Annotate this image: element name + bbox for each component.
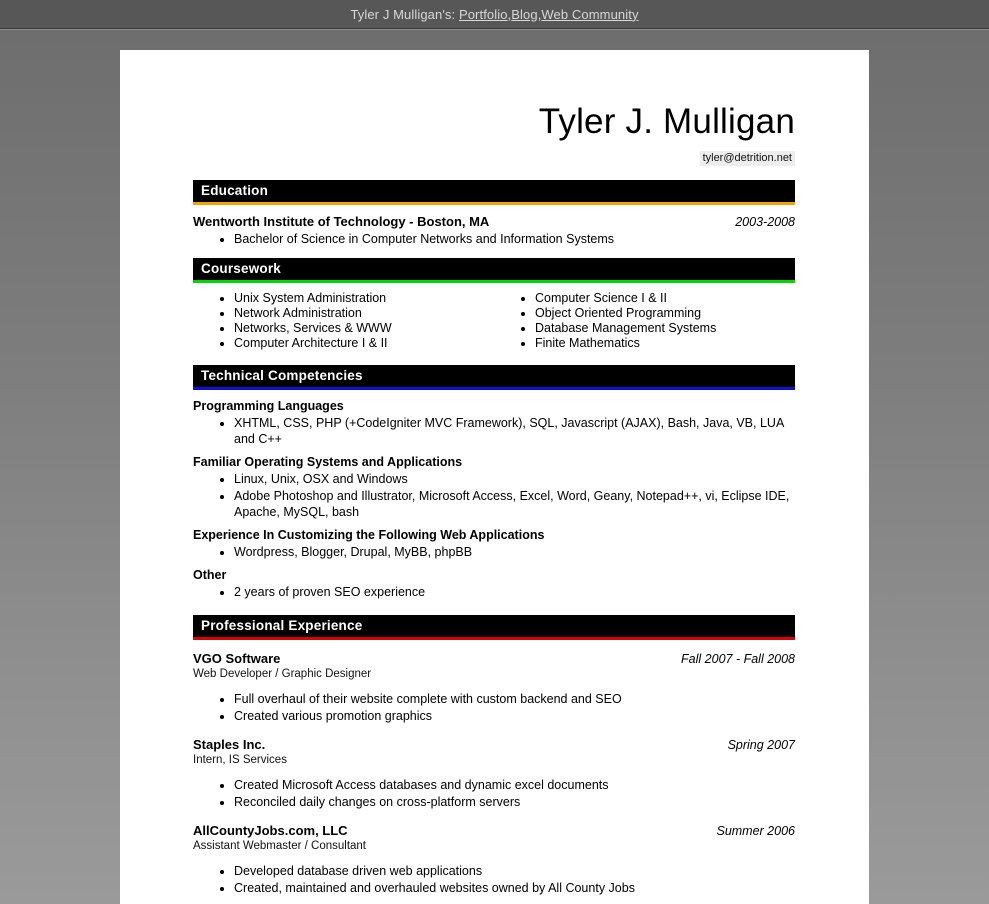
- education-body: Wentworth Institute of Technology - Bost…: [193, 205, 795, 247]
- experience-company: AllCountyJobs.com, LLC: [193, 823, 348, 838]
- coursework-column-left: Unix System Administration Network Admin…: [193, 291, 494, 351]
- list-item: Linux, Unix, OSX and Windows: [234, 471, 795, 487]
- list-item: Networks, Services & WWW: [234, 321, 494, 336]
- email-address[interactable]: tyler@detrition.net: [699, 151, 795, 166]
- experience-entry-head: Staples Inc. Spring 2007: [193, 737, 795, 752]
- list-item: Bachelor of Science in Computer Networks…: [234, 231, 795, 247]
- coursework-body: Unix System Administration Network Admin…: [193, 283, 795, 351]
- list-item: Finite Mathematics: [535, 336, 795, 351]
- list-item: Network Administration: [234, 306, 494, 321]
- resume-header: Tyler J. Mulligan tyler@detrition.net: [120, 50, 869, 166]
- experience-dates: Spring 2007: [727, 738, 795, 752]
- experience-entry-head: VGO Software Fall 2007 - Fall 2008: [193, 651, 795, 666]
- experience-entry: AllCountyJobs.com, LLC Summer 2006 Assis…: [193, 823, 795, 896]
- experience-entry: VGO Software Fall 2007 - Fall 2008 Web D…: [193, 651, 795, 724]
- coursework-right-list: Computer Science I & II Object Oriented …: [494, 291, 795, 351]
- list-item: Unix System Administration: [234, 291, 494, 306]
- list-item: Created various promotion graphics: [234, 708, 795, 724]
- technical-group-bullets: 2 years of proven SEO experience: [193, 584, 795, 600]
- link-portfolio[interactable]: Portfolio: [459, 7, 508, 22]
- resume-sheet: Tyler J. Mulligan tyler@detrition.net Ed…: [120, 50, 869, 904]
- list-item: Created Microsoft Access databases and d…: [234, 777, 795, 793]
- technical-body: Programming Languages XHTML, CSS, PHP (+…: [193, 399, 795, 600]
- section-rule-technical: [193, 387, 795, 390]
- section-header-professional-experience: Professional Experience: [193, 615, 795, 637]
- list-item: Computer Science I & II: [535, 291, 795, 306]
- section-header-technical-competencies: Technical Competencies: [193, 365, 795, 387]
- email-wrapper: tyler@detrition.net: [120, 148, 795, 166]
- experience-body: VGO Software Fall 2007 - Fall 2008 Web D…: [193, 651, 795, 904]
- list-item: Adobe Photoshop and Illustrator, Microso…: [234, 488, 795, 520]
- section-rule-experience: [193, 637, 795, 640]
- experience-dates: Fall 2007 - Fall 2008: [681, 652, 795, 666]
- technical-group-bullets: Linux, Unix, OSX and Windows Adobe Photo…: [193, 471, 795, 520]
- technical-group-bullets: XHTML, CSS, PHP (+CodeIgniter MVC Framew…: [193, 415, 795, 447]
- list-item: Database Management Systems: [535, 321, 795, 336]
- technical-group-bullets: Wordpress, Blogger, Drupal, MyBB, phpBB: [193, 544, 795, 560]
- experience-bullets: Developed database driven web applicatio…: [193, 863, 795, 896]
- education-dates: 2003-2008: [735, 215, 795, 229]
- education-bullets: Bachelor of Science in Computer Networks…: [193, 231, 795, 247]
- list-item: Object Oriented Programming: [535, 306, 795, 321]
- education-school: Wentworth Institute of Technology - Bost…: [193, 214, 490, 229]
- experience-company: VGO Software: [193, 651, 281, 666]
- list-item: Full overhaul of their website complete …: [234, 691, 795, 707]
- site-header-prefix: Tyler J Mulligan's:: [350, 6, 459, 22]
- list-item: XHTML, CSS, PHP (+CodeIgniter MVC Framew…: [234, 415, 795, 447]
- experience-entry-head: AllCountyJobs.com, LLC Summer 2006: [193, 823, 795, 838]
- experience-role: Web Developer / Graphic Designer: [193, 668, 372, 680]
- list-item: Created, maintained and overhauled websi…: [234, 880, 795, 896]
- section-header-education: Education: [193, 180, 795, 202]
- experience-dates: Summer 2006: [716, 824, 795, 838]
- list-item: Reconciled daily changes on cross-platfo…: [234, 794, 795, 810]
- education-entry-head: Wentworth Institute of Technology - Bost…: [193, 214, 795, 229]
- experience-company: Staples Inc.: [193, 737, 266, 752]
- technical-group-heading: Familiar Operating Systems and Applicati…: [193, 455, 463, 469]
- coursework-column-right: Computer Science I & II Object Oriented …: [494, 291, 795, 351]
- list-item: Wordpress, Blogger, Drupal, MyBB, phpBB: [234, 544, 795, 560]
- list-item: Developed database driven web applicatio…: [234, 863, 795, 879]
- experience-entry: Staples Inc. Spring 2007 Intern, IS Serv…: [193, 737, 795, 810]
- link-blog[interactable]: Blog: [511, 7, 537, 22]
- list-item: 2 years of proven SEO experience: [234, 584, 795, 600]
- experience-role: Intern, IS Services: [193, 754, 287, 766]
- link-web-community[interactable]: Web Community: [541, 7, 638, 22]
- site-header-bar: Tyler J Mulligan's: Portfolio, Blog, Web…: [0, 0, 989, 29]
- list-item: Computer Architecture I & II: [234, 336, 494, 351]
- experience-bullets: Full overhaul of their website complete …: [193, 691, 795, 724]
- section-header-coursework: Coursework: [193, 258, 795, 280]
- technical-group-heading: Experience In Customizing the Following …: [193, 528, 545, 542]
- coursework-left-list: Unix System Administration Network Admin…: [193, 291, 494, 351]
- experience-bullets: Created Microsoft Access databases and d…: [193, 777, 795, 810]
- technical-group-heading: Other: [193, 568, 227, 582]
- technical-group-heading: Programming Languages: [193, 399, 344, 413]
- page-title: Tyler J. Mulligan: [538, 102, 795, 141]
- experience-role: Assistant Webmaster / Consultant: [193, 840, 366, 852]
